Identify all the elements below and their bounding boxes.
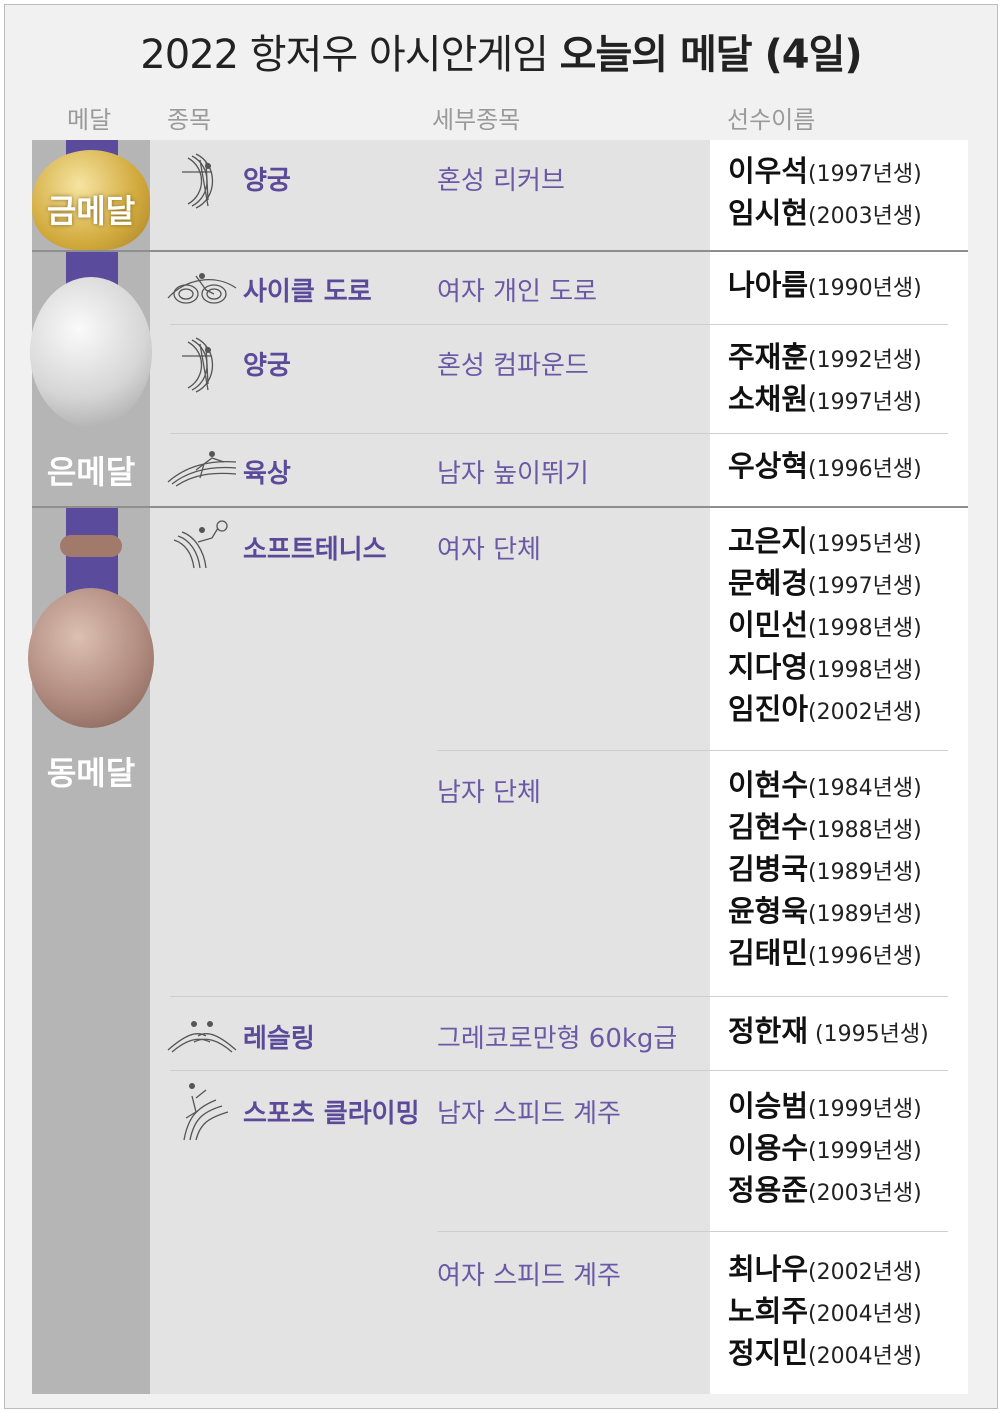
athlete-entry: 소채원(1997년생): [728, 382, 922, 416]
silver-bronze-divider: [32, 506, 968, 508]
cycling-icon: [167, 273, 237, 304]
sport-name: 스포츠 클라이밍: [243, 1099, 420, 1129]
sport-name: 양궁: [243, 166, 291, 196]
row-divider: [170, 1070, 948, 1071]
bronze-medal-label: 동메달: [46, 754, 136, 792]
gold-silver-divider: [32, 250, 968, 252]
athlete-entry: 윤형욱(1989년생): [728, 894, 922, 928]
row-divider: [170, 996, 948, 997]
row-divider: [437, 750, 948, 751]
bronze-clasp-icon: [60, 535, 122, 557]
athlete-entry: 이승범(1999년생): [728, 1089, 922, 1123]
athlete-entry: 주재훈(1992년생): [728, 340, 922, 374]
event-name: 남자 단체: [437, 778, 541, 808]
silver-medal-icon: [30, 277, 152, 427]
event-name: 혼성 리커브: [437, 166, 565, 196]
event-name: 남자 스피드 계주: [437, 1099, 621, 1129]
sport-name: 소프트테니스: [243, 535, 387, 565]
sport-climbing-icon: [183, 1083, 229, 1141]
athlete-entry: 최나우(2002년생): [728, 1252, 922, 1286]
athlete-entry: 임시현(2003년생): [728, 196, 922, 230]
wrestling-icon: [167, 1021, 237, 1053]
athlete-entry: 정용준(2003년생): [728, 1173, 922, 1207]
athlete-entry: 노희주(2004년생): [728, 1294, 922, 1328]
bronze-medal-icon: [28, 588, 154, 728]
sport-name: 양궁: [243, 351, 291, 381]
sport-name: 육상: [243, 459, 291, 489]
athlete-entry: 고은지(1995년생): [728, 524, 922, 558]
event-name: 여자 스피드 계주: [437, 1261, 621, 1291]
header-medal: 메달: [67, 106, 112, 134]
soft-tennis-icon: [173, 520, 228, 569]
athlete-entry: 나아름(1990년생): [728, 268, 922, 302]
event-name: 그레코로만형 60kg급: [437, 1024, 678, 1054]
athlete-entry: 문혜경(1997년생): [728, 566, 922, 600]
gold-medal-label: 금메달: [46, 192, 136, 230]
row-divider: [170, 433, 948, 434]
sport-column: [150, 140, 710, 1394]
athletics-icon: [167, 451, 237, 487]
row-divider: [437, 1231, 948, 1232]
athlete-entry: 지다영(1998년생): [728, 650, 922, 684]
athlete-entry: 이현수(1984년생): [728, 768, 922, 802]
event-name: 여자 단체: [437, 535, 541, 565]
athlete-entry: 임진아(2002년생): [728, 692, 922, 726]
header-athlete: 선수이름: [727, 106, 816, 134]
archery-icon: [182, 337, 214, 393]
athlete-entry: 정지민(2004년생): [728, 1336, 922, 1370]
silver-medal-label: 은메달: [46, 453, 136, 491]
athlete-entry: 이우석(1997년생): [728, 154, 922, 188]
sport-name: 레슬링: [243, 1024, 315, 1054]
athlete-entry: 김태민(1996년생): [728, 936, 922, 970]
athlete-entry: 김현수(1988년생): [728, 810, 922, 844]
header-event: 세부종목: [432, 106, 521, 134]
event-name: 여자 개인 도로: [437, 277, 598, 307]
event-name: 남자 높이뛰기: [437, 459, 589, 489]
athlete-entry: 이용수(1999년생): [728, 1131, 922, 1165]
athlete-entry: 김병국(1989년생): [728, 852, 922, 886]
row-divider: [170, 324, 948, 325]
athlete-entry: 정한재 (1995년생): [728, 1014, 929, 1048]
archery-icon: [182, 153, 214, 209]
athlete-entry: 우상혁(1996년생): [728, 449, 922, 483]
header-sport: 종목: [167, 106, 212, 134]
page-title: 2022 항저우 아시안게임 오늘의 메달 (4일): [140, 32, 862, 78]
athlete-entry: 이민선(1998년생): [728, 608, 922, 642]
event-name: 혼성 컴파운드: [437, 351, 589, 381]
sport-name: 사이클 도로: [243, 277, 372, 307]
